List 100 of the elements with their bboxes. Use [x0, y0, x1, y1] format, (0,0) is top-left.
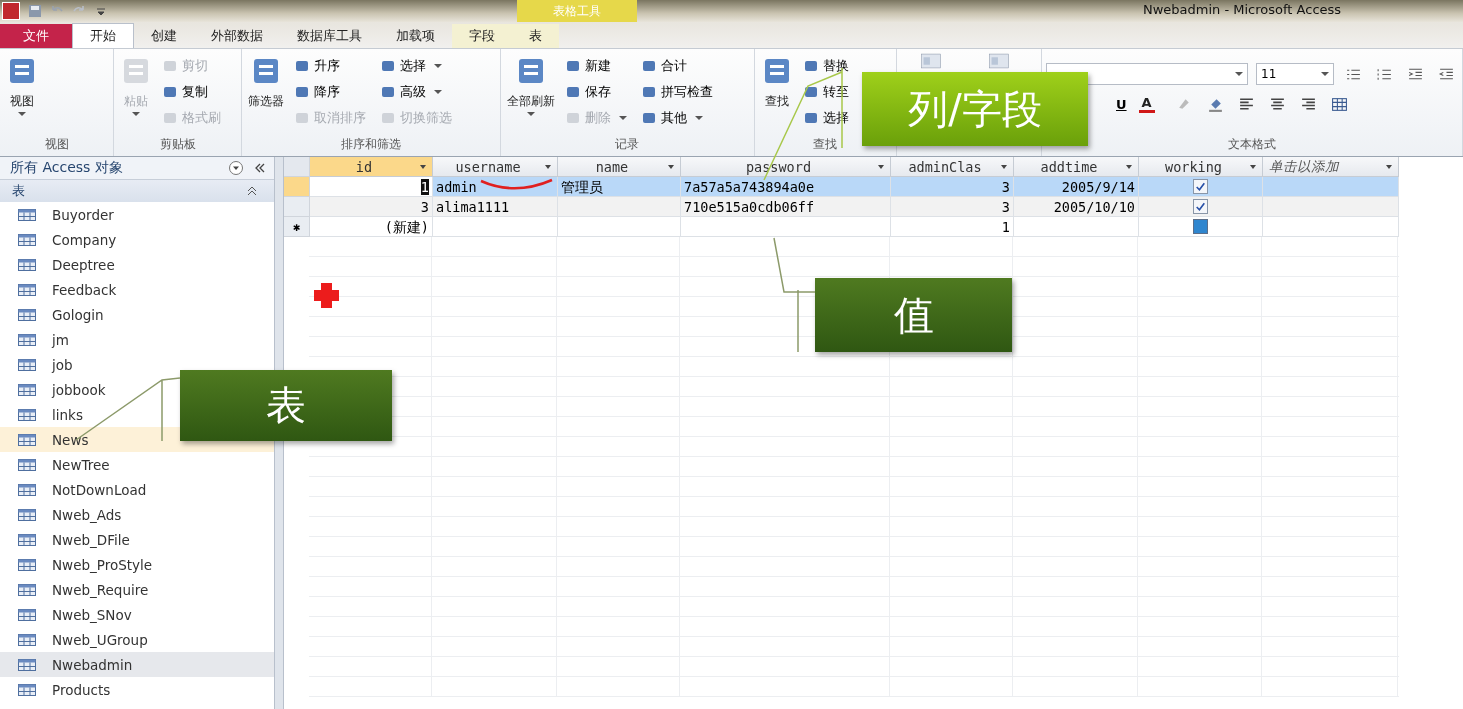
- table-item[interactable]: Nwebadmin: [0, 652, 274, 677]
- font-color-button[interactable]: A: [1138, 95, 1155, 113]
- table-icon: [18, 533, 36, 546]
- ribbon-tab[interactable]: 创建: [134, 24, 194, 48]
- table-icon: [18, 608, 36, 621]
- table-cell: 710e515a0cdb06ff: [681, 197, 891, 217]
- navigation-title: 所有 Access 对象: [10, 159, 124, 177]
- ribbon-tab[interactable]: 加载项: [379, 24, 452, 48]
- table-cell: 3: [891, 197, 1014, 217]
- column-header[interactable]: 单击以添加: [1263, 157, 1399, 177]
- table-cell: admin: [433, 177, 558, 197]
- checkbox[interactable]: [1193, 199, 1208, 214]
- ribbon-button[interactable]: 高级: [380, 79, 453, 105]
- table-item[interactable]: Nweb_ProStyle: [0, 552, 274, 577]
- table-cell: 7a57a5a743894a0e: [681, 177, 891, 197]
- ribbon-button[interactable]: 视图: [4, 53, 40, 118]
- command-icon: [803, 58, 820, 74]
- command-icon: [640, 58, 657, 74]
- ribbon-button[interactable]: 转至: [803, 79, 850, 105]
- column-header[interactable]: username: [433, 157, 558, 177]
- caret-icon: [878, 165, 884, 169]
- command-icon: [640, 84, 657, 100]
- column-header[interactable]: name: [558, 157, 681, 177]
- table-cell: 1: [891, 217, 1014, 237]
- command-icon: [564, 110, 581, 126]
- column-header[interactable]: addtime: [1014, 157, 1139, 177]
- ribbon-button[interactable]: 替换: [803, 53, 850, 79]
- align-right-icon[interactable]: [1299, 95, 1317, 113]
- ribbon-button[interactable]: 降序: [294, 79, 367, 105]
- ribbon-tab[interactable]: 数据库工具: [280, 24, 379, 48]
- ribbon-button[interactable]: 新建: [564, 53, 627, 79]
- window-title: Nwebadmin - Microsoft Access: [1143, 2, 1342, 17]
- command-icon: [294, 58, 311, 74]
- caret-icon: [545, 165, 551, 169]
- table-item[interactable]: jm: [0, 327, 274, 352]
- table-item[interactable]: Feedback: [0, 277, 274, 302]
- ribbon-button[interactable]: 查找: [759, 53, 796, 112]
- gridlines-icon[interactable]: [1330, 95, 1348, 113]
- ribbon-button[interactable]: 选择: [803, 105, 850, 131]
- contextual-tab-group-label: 表格工具: [517, 0, 637, 22]
- table-item[interactable]: Company: [0, 227, 274, 252]
- column-header[interactable]: working: [1139, 157, 1263, 177]
- table-item[interactable]: NotDownLoad: [0, 477, 274, 502]
- column-header[interactable]: id: [310, 157, 433, 177]
- dropdown-circle-icon[interactable]: [228, 160, 244, 176]
- ribbon-button[interactable]: 其他: [640, 105, 713, 131]
- ribbon-tab[interactable]: 开始: [72, 23, 134, 48]
- table-cell: 1: [310, 177, 433, 197]
- app-logo-icon: [2, 2, 20, 20]
- column-header[interactable]: adminClas: [891, 157, 1014, 177]
- ribbon-tab[interactable]: 文件: [0, 24, 72, 48]
- checkbox[interactable]: [1193, 219, 1208, 234]
- command-icon: [380, 84, 397, 100]
- group-label: 文本格式: [1227, 136, 1277, 153]
- ribbon-tab[interactable]: 外部数据: [194, 24, 280, 48]
- align-left-icon[interactable]: [1237, 95, 1255, 113]
- table-icon: [18, 208, 36, 221]
- table-item[interactable]: Nweb_DFile: [0, 527, 274, 552]
- caret-icon: [1321, 72, 1329, 76]
- ribbon-button[interactable]: 复制: [162, 79, 222, 105]
- ribbon-tab[interactable]: 字段: [452, 24, 512, 48]
- table-icon: [18, 308, 36, 321]
- ribbon-button[interactable]: 升序: [294, 53, 367, 79]
- ribbon-button[interactable]: 筛选器: [246, 53, 287, 112]
- command-icon: [803, 84, 820, 100]
- table-item[interactable]: Nweb_SNov: [0, 602, 274, 627]
- caret-icon: [420, 165, 426, 169]
- record-selector[interactable]: ✱: [284, 217, 310, 237]
- table-item[interactable]: Nweb_Require: [0, 577, 274, 602]
- command-icon: [294, 84, 311, 100]
- ribbon-button[interactable]: 合计: [640, 53, 713, 79]
- command-icon: [162, 84, 179, 100]
- ribbon-button[interactable]: 全部刷新: [504, 53, 557, 118]
- table-item[interactable]: Gologin: [0, 302, 274, 327]
- underline-button[interactable]: U: [1112, 96, 1131, 112]
- command-icon: [803, 110, 820, 126]
- table-item[interactable]: NewTree: [0, 452, 274, 477]
- ribbon-button[interactable]: 拼写检查: [640, 79, 713, 105]
- table-item[interactable]: Buyorder: [0, 202, 274, 227]
- table-icon: [18, 633, 36, 646]
- caret-icon: [434, 64, 443, 68]
- table-item[interactable]: Deeptree: [0, 252, 274, 277]
- table-item[interactable]: Products: [0, 677, 274, 702]
- table-item[interactable]: Nweb_UGroup: [0, 627, 274, 652]
- table-icon: [18, 433, 36, 446]
- ribbon-button[interactable]: 选择: [380, 53, 453, 79]
- ribbon-tab[interactable]: 表: [512, 24, 559, 48]
- align-center-icon[interactable]: [1268, 95, 1286, 113]
- save-icon[interactable]: [28, 4, 42, 18]
- group-label: 排序和筛选: [339, 136, 402, 153]
- table-item[interactable]: Nweb_Ads: [0, 502, 274, 527]
- caret-icon: [1126, 165, 1132, 169]
- ribbon-button[interactable]: 保存: [564, 79, 627, 105]
- checkbox[interactable]: [1193, 179, 1208, 194]
- caret-icon: [132, 112, 141, 116]
- command-icon: [162, 58, 179, 74]
- table-icon: [18, 258, 36, 271]
- font-size-combo[interactable]: 11: [1256, 63, 1334, 85]
- table-icon: [18, 408, 36, 421]
- caret-icon: [618, 116, 627, 120]
